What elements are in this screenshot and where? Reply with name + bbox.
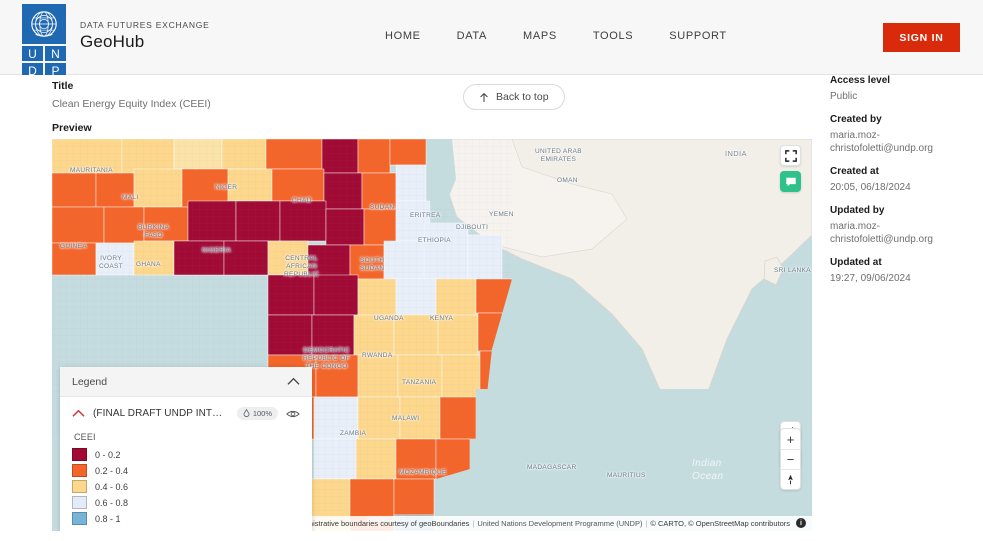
meta-value: 19:27, 09/06/2024 [830,273,911,284]
legend-header[interactable]: Legend [60,367,312,397]
legend-class-row: 0.8 - 1 [72,512,300,525]
sign-in-button[interactable]: SIGN IN [883,23,960,52]
legend-class-list: 0 - 0.2 0.2 - 0.4 0.4 - 0.6 0.6 - 0.8 0.8 - … [72,448,300,525]
legend-class-row: 0.2 - 0.4 [72,464,300,477]
brand[interactable]: DATA FUTURES EXCHANGE GeoHub [80,20,210,50]
legend-layer-name: (FINAL DRAFT UNDP INTERNA... [93,408,229,419]
preview-label: Preview [52,122,92,134]
zoom-controls[interactable]: + − [780,428,801,490]
map-attribution: Administrative boundaries courtesy of ge… [283,516,812,531]
logo-letter-n: N [45,46,66,61]
legend-color-swatch [72,496,87,509]
zoom-in-button[interactable]: + [781,429,800,449]
back-to-top-label: Back to top [496,91,549,103]
attribution-info-icon[interactable]: i [796,518,806,528]
legend-layer-row[interactable]: (FINAL DRAFT UNDP INTERNA... 100% [72,407,300,420]
title-value: Clean Energy Equity Index (CEEI) [52,98,211,110]
meta-label: Created at [830,166,879,177]
title-label: Title [52,80,74,92]
preview-column: Title Clean Energy Equity Index (CEEI) P… [52,80,812,140]
meta-value: Public [830,91,858,102]
metadata-sidebar: Access level Public Created by maria.moz-ch… [830,75,975,296]
brand-title: GeoHub [80,32,145,51]
legend-class-row: 0.6 - 0.8 [72,496,300,509]
undp-logo[interactable]: U N D P [22,4,66,78]
nav-item-tools[interactable]: TOOLS [593,30,633,42]
eye-visibility-icon[interactable] [286,409,300,419]
legend-class-label: 0.2 - 0.4 [95,465,129,476]
brand-subtitle: DATA FUTURES EXCHANGE [80,20,210,30]
layer-opacity-control[interactable]: 100% [236,407,278,420]
compass-button[interactable] [781,469,800,489]
meta-label: Created by [830,114,882,125]
opacity-droplet-icon [243,409,250,417]
legend-class-label: 0.6 - 0.8 [95,497,129,508]
zoom-out-button[interactable]: − [781,449,800,469]
nav-item-maps[interactable]: MAPS [523,30,557,42]
fullscreen-icon [784,149,797,162]
chevron-up-icon[interactable] [287,377,300,386]
attribution-separator-2: | [645,519,648,528]
legend-class-label: 0.4 - 0.6 [95,481,129,492]
site-header: U N D P DATA FUTURES EXCHANGE GeoHub HOM… [0,0,983,78]
legend-panel[interactable]: Legend (FINAL DRAFT UNDP INTERNA... 100 [60,367,312,531]
legend-class-row: 0 - 0.2 [72,448,300,461]
layer-chevron-up-icon[interactable] [72,409,85,418]
logo-letter-u: U [22,46,43,61]
legend-class-label: 0 - 0.2 [95,449,121,460]
legend-color-swatch [72,448,87,461]
legend-body: (FINAL DRAFT UNDP INTERNA... 100% CEEI 0… [60,397,312,531]
meta-label: Updated at [830,257,882,268]
layer-opacity-value: 100% [252,409,272,418]
main-nav: HOME DATA MAPS TOOLS SUPPORT [385,30,727,42]
legend-title: Legend [72,375,108,388]
attribution-carto-osm: © CARTO, © OpenStreetMap contributors [650,519,790,528]
legend-color-swatch [72,480,87,493]
chat-bubble-icon [785,177,796,186]
nav-item-support[interactable]: SUPPORT [669,30,727,42]
nav-item-data[interactable]: DATA [457,30,487,42]
legend-class-label: 0.8 - 1 [95,513,121,524]
arrow-up-icon [480,92,488,102]
attribution-undp: United Nations Development Programme (UN… [477,519,643,528]
meta-value: maria.moz-christofoletti@undp.org [830,221,933,245]
compass-icon [788,474,793,485]
comments-button[interactable] [780,171,801,192]
nav-item-home[interactable]: HOME [385,30,421,42]
legend-color-swatch [72,464,87,477]
legend-color-swatch [72,512,87,525]
back-to-top-button[interactable]: Back to top [463,84,565,110]
legend-class-row: 0.4 - 0.6 [72,480,300,493]
attribution-separator-1: | [472,519,475,528]
un-emblem-icon [22,4,66,44]
map-preview[interactable]: Indian Ocean MAURITANIA MALI NIGER CHAD SUDAN… [52,139,812,531]
page-body: Title Clean Energy Equity Index (CEEI) P… [0,75,983,541]
meta-label: Access level [830,75,891,86]
meta-value: maria.moz-christofoletti@undp.org [830,130,933,154]
fullscreen-button[interactable] [780,145,801,166]
attribution-geoboundaries: Administrative boundaries courtesy of ge… [291,519,470,528]
meta-label: Updated by [830,205,885,216]
legend-classification-title: CEEI [74,432,96,442]
meta-value: 20:05, 06/18/2024 [830,182,911,193]
